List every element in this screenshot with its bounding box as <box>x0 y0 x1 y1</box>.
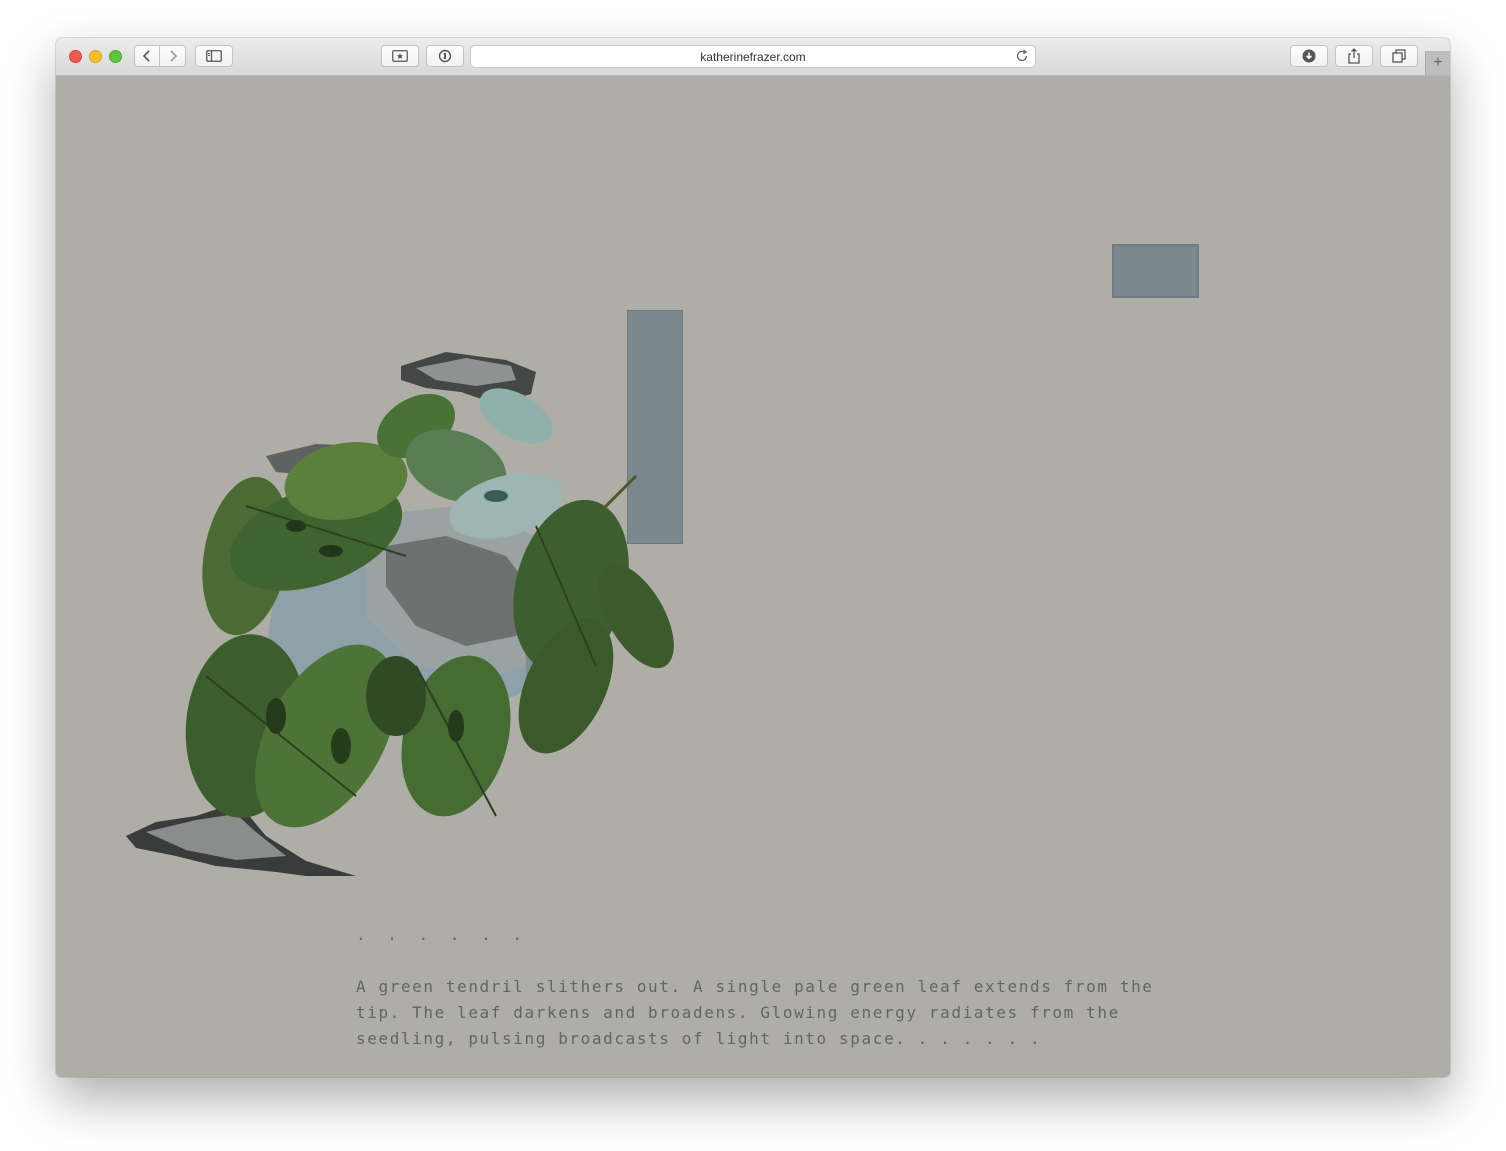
decorative-rectangle-small <box>1112 244 1199 298</box>
ellipsis-divider: . . . . . . <box>356 925 528 944</box>
plant-collage-image <box>126 352 674 876</box>
forward-button[interactable] <box>160 45 186 67</box>
toolbar: katherinefrazer.com + <box>56 38 1450 76</box>
sidebar-button[interactable] <box>195 45 233 67</box>
navigation-buttons <box>134 45 186 67</box>
sidebar-icon <box>206 50 222 62</box>
key-icon <box>438 49 452 63</box>
tab-overview-button[interactable] <box>1380 45 1418 67</box>
minimize-window-button[interactable] <box>89 50 102 63</box>
new-tab-button[interactable]: + <box>1425 51 1450 75</box>
back-button[interactable] <box>134 45 160 67</box>
plus-icon: + <box>1433 54 1443 71</box>
reload-icon[interactable] <box>1015 49 1029 63</box>
tabs-icon <box>1392 49 1406 63</box>
share-button[interactable] <box>1335 45 1373 67</box>
page-content: . . . . . . A green tendril slithers out… <box>56 76 1450 1077</box>
bookmark-button[interactable] <box>381 45 419 67</box>
chevron-right-icon <box>169 50 177 62</box>
close-window-button[interactable] <box>69 50 82 63</box>
url-text: katherinefrazer.com <box>700 49 806 64</box>
story-text: . . . . . . A green tendril slithers out… <box>356 922 1176 1052</box>
share-icon <box>1348 48 1360 64</box>
browser-window: katherinefrazer.com + . . . . . . A gree… <box>56 38 1450 1077</box>
story-paragraph: A green tendril slithers out. A single p… <box>356 977 1154 1048</box>
address-bar[interactable]: katherinefrazer.com <box>470 45 1036 68</box>
star-icon <box>392 50 408 62</box>
downloads-button[interactable] <box>1290 45 1328 67</box>
password-button[interactable] <box>426 45 464 67</box>
chevron-left-icon <box>142 50 150 62</box>
download-icon <box>1302 49 1316 63</box>
zoom-window-button[interactable] <box>109 50 122 63</box>
